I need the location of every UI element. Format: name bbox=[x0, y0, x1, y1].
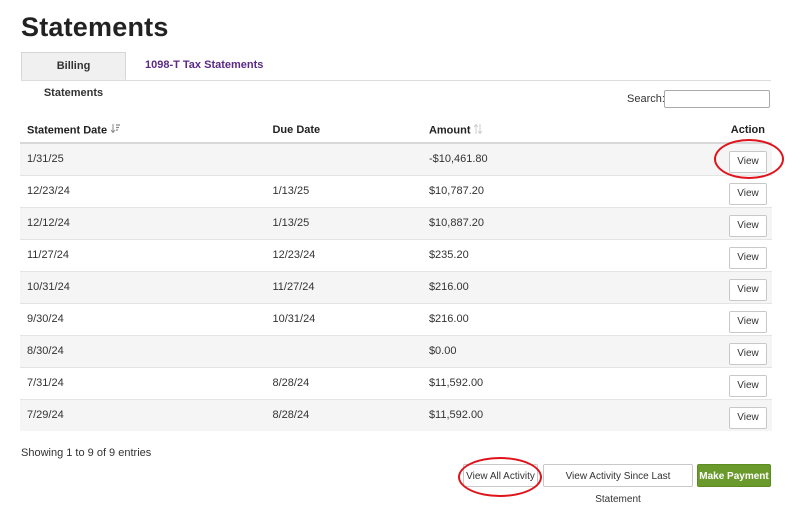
statement-date-cell: 12/12/24 bbox=[20, 206, 266, 239]
view-statement-button[interactable]: View bbox=[729, 406, 767, 429]
statement-date-cell: 12/23/24 bbox=[20, 174, 266, 207]
statements-table-body: 1/31/25 -$10,461.80 View 12/23/24 1/13/25 $10… bbox=[20, 142, 772, 431]
action-cell: View bbox=[602, 238, 772, 271]
action-cell: View bbox=[602, 142, 772, 175]
view-statement-button[interactable]: View bbox=[729, 151, 767, 173]
column-header-due-date: Due Date bbox=[265, 118, 422, 144]
column-header-label: Action bbox=[730, 124, 765, 136]
amount-cell: $10,787.20 bbox=[421, 174, 603, 207]
table-header-row: Statement Date Due Date Amount Action bbox=[20, 118, 772, 144]
table-row: 7/31/24 8/28/24 $11,592.00 View bbox=[20, 366, 772, 399]
table-row: 12/12/24 1/13/25 $10,887.20 View bbox=[20, 206, 772, 239]
due-date-cell bbox=[265, 334, 422, 367]
search-label: Search: bbox=[627, 93, 665, 105]
column-header-action: Action bbox=[602, 118, 772, 144]
amount-cell: $10,887.20 bbox=[421, 206, 603, 239]
amount-cell: $235.20 bbox=[421, 238, 603, 271]
view-statement-button[interactable]: View bbox=[729, 310, 767, 333]
make-payment-button[interactable]: Make Payment bbox=[697, 464, 771, 487]
amount-cell: $216.00 bbox=[421, 302, 603, 335]
view-statement-button[interactable]: View bbox=[729, 214, 767, 237]
due-date-cell bbox=[265, 142, 422, 175]
view-activity-since-last-statement-button[interactable]: View Activity Since Last Statement bbox=[543, 464, 693, 505]
tab-1098t-tax-statements[interactable]: 1098-T Tax Statements bbox=[135, 52, 273, 79]
due-date-cell: 1/13/25 bbox=[265, 206, 422, 239]
view-statement-button[interactable]: View bbox=[729, 342, 767, 365]
due-date-cell: 8/28/24 bbox=[265, 398, 422, 431]
due-date-cell: 1/13/25 bbox=[265, 174, 422, 207]
action-cell: View bbox=[602, 206, 772, 239]
amount-cell: $0.00 bbox=[421, 334, 603, 367]
action-cell: View bbox=[602, 174, 772, 207]
action-cell: View bbox=[602, 398, 772, 431]
due-date-cell: 8/28/24 bbox=[265, 366, 422, 399]
action-cell: View bbox=[602, 366, 772, 399]
due-date-cell: 12/23/24 bbox=[265, 238, 422, 271]
sort-descending-icon bbox=[110, 123, 121, 137]
statement-tabs: Billing Statements 1098-T Tax Statements bbox=[21, 52, 771, 99]
action-cell: View bbox=[602, 270, 772, 303]
action-cell: View bbox=[602, 334, 772, 367]
view-statement-button[interactable]: View bbox=[729, 278, 767, 301]
view-statement-button[interactable]: View bbox=[729, 374, 767, 397]
statement-date-cell: 1/31/25 bbox=[20, 142, 266, 175]
column-header-amount[interactable]: Amount bbox=[421, 118, 603, 144]
sort-both-icon bbox=[474, 123, 483, 137]
view-statement-button[interactable]: View bbox=[729, 246, 767, 269]
statement-date-cell: 7/29/24 bbox=[20, 398, 266, 431]
action-cell: View bbox=[602, 302, 772, 335]
table-row: 7/29/24 8/28/24 $11,592.00 View bbox=[20, 398, 772, 431]
column-header-label: Statement Date bbox=[27, 123, 108, 136]
table-row: 8/30/24 $0.00 View bbox=[20, 334, 772, 367]
statement-date-cell: 11/27/24 bbox=[20, 238, 266, 271]
amount-cell: $11,592.00 bbox=[421, 366, 603, 399]
amount-cell: $11,592.00 bbox=[421, 398, 603, 431]
showing-entries-text: Showing 1 to 9 of 9 entries bbox=[21, 447, 152, 459]
table-row: 1/31/25 -$10,461.80 View bbox=[20, 142, 772, 175]
amount-cell: -$10,461.80 bbox=[421, 142, 603, 175]
due-date-cell: 10/31/24 bbox=[265, 302, 422, 335]
column-header-label: Amount bbox=[428, 123, 471, 136]
due-date-cell: 11/27/24 bbox=[265, 270, 422, 303]
statement-date-cell: 9/30/24 bbox=[20, 302, 266, 335]
view-statement-button[interactable]: View bbox=[729, 182, 767, 205]
amount-cell: $216.00 bbox=[421, 270, 603, 303]
table-row: 11/27/24 12/23/24 $235.20 View bbox=[20, 238, 772, 271]
statement-date-cell: 8/30/24 bbox=[20, 334, 266, 367]
search-input[interactable] bbox=[664, 90, 770, 108]
page-title: Statements bbox=[21, 12, 169, 42]
column-header-statement-date[interactable]: Statement Date bbox=[20, 118, 266, 144]
table-row: 9/30/24 10/31/24 $216.00 View bbox=[20, 302, 772, 335]
statements-table: Statement Date Due Date Amount Action 1/… bbox=[20, 118, 772, 431]
statement-date-cell: 10/31/24 bbox=[20, 270, 266, 303]
tab-billing-statements[interactable]: Billing Statements bbox=[21, 52, 126, 99]
column-header-label: Due Date bbox=[272, 124, 321, 136]
table-row: 12/23/24 1/13/25 $10,787.20 View bbox=[20, 174, 772, 207]
table-row: 10/31/24 11/27/24 $216.00 View bbox=[20, 270, 772, 303]
statement-date-cell: 7/31/24 bbox=[20, 366, 266, 399]
view-all-activity-button[interactable]: View All Activity bbox=[463, 464, 538, 487]
